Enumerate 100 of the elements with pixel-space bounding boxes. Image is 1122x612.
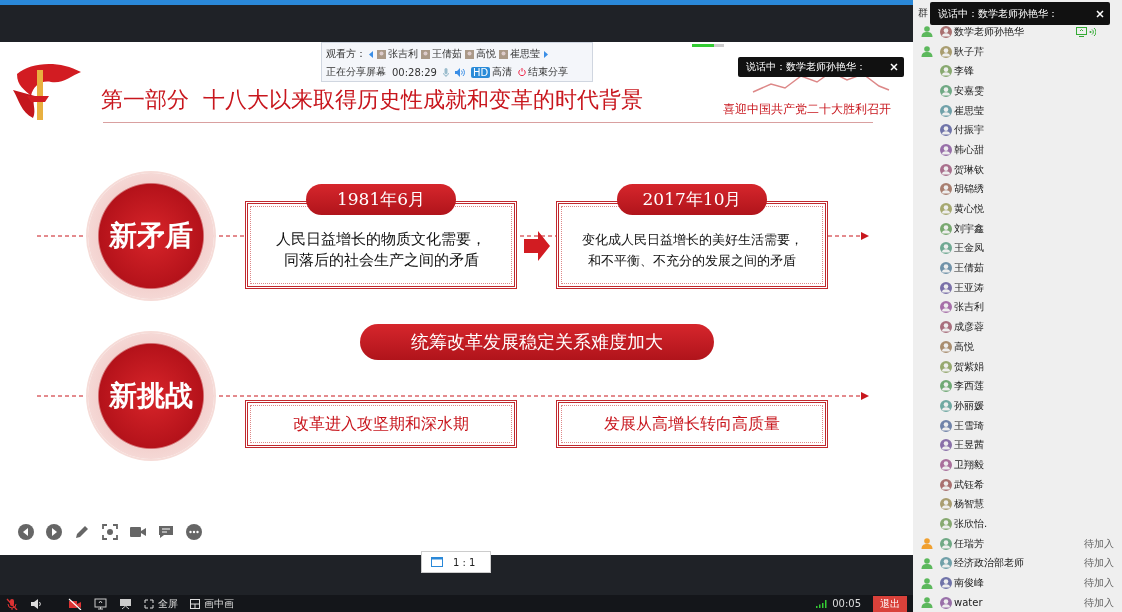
zoom-ratio[interactable]: 1 : 1 [453,556,476,568]
avatar-icon [940,478,952,491]
member-name[interactable]: 数学老师孙艳华 [954,24,1024,39]
hd-badge: HD [470,66,491,78]
avatar-icon [940,45,952,58]
member-name[interactable]: 高悦 [954,339,974,354]
speaker-icon[interactable] [30,597,42,610]
avatar-icon [940,321,952,334]
viewer-name[interactable]: 王倩茹 [432,47,462,61]
member-name[interactable]: 成彦蓉 [954,320,984,335]
member-name[interactable]: 王倩茹 [954,261,984,276]
member-name[interactable]: 贺琳钦 [954,162,984,177]
microphone-muted-icon[interactable] [6,597,18,610]
avatar-icon [940,183,952,196]
statement-line: 人民日益增长的物质文化需要， [276,229,486,249]
member-status: 待加入 [1084,536,1114,551]
headline-banner: 统筹改革发展稳定关系难度加大 [359,324,714,360]
avatar-icon [940,577,952,590]
previous-icon[interactable] [17,523,35,541]
close-icon[interactable] [1096,9,1104,18]
avatar-icon [940,65,952,78]
slide-title: 第一部分 十八大以来取得历史性成就和变革的时代背景 [101,86,643,114]
member-name[interactable]: 卫翔毅 [954,457,984,472]
section-circle: 新矛盾 [88,173,214,299]
chat-icon[interactable] [157,523,175,541]
avatar-icon [940,242,952,255]
member-name[interactable]: 刘宇鑫 [954,221,984,236]
member-name[interactable]: 王昱茜 [954,438,984,453]
member-name[interactable]: 胡锦绣 [954,182,984,197]
member-name[interactable]: 黄心悦 [954,202,984,217]
exit-button[interactable]: 退出 [873,595,907,612]
avatar-icon [940,84,952,97]
avatar-icon [940,163,952,176]
avatar-icon [940,104,952,117]
presentation-icon[interactable] [119,597,132,610]
next-icon[interactable] [45,523,63,541]
stop-share-button[interactable]: 结束分享 [528,65,569,79]
close-icon[interactable] [890,63,898,71]
avatar-icon [940,518,952,531]
member-name[interactable]: 李锋 [954,64,974,79]
fullscreen-icon[interactable] [144,598,154,609]
member-name[interactable]: 付振宇 [954,123,984,138]
avatar-icon [940,281,952,294]
member-name[interactable]: 武钰希 [954,477,984,492]
member-name[interactable]: 张欣怡. [954,517,988,532]
member-name[interactable]: 孙丽媛 [954,398,984,413]
member-name[interactable]: 南俊峰 [954,576,984,591]
avatar-icon [940,439,952,452]
avatar-icon [940,124,952,137]
camera-off-icon[interactable] [68,597,82,610]
share-status: 正在分享屏幕 [326,65,386,79]
screen-share-icon[interactable] [94,597,107,610]
avatar-icon [940,458,952,471]
power-icon[interactable] [518,68,527,76]
avatar-icon [940,360,952,373]
more-icon[interactable] [185,523,203,541]
fullscreen-button[interactable]: 全屏 [158,596,178,611]
avatar-icon [421,49,430,59]
viewers-label: 观看方： [326,47,366,61]
avatar-icon [940,419,952,432]
statement-line: 变化成人民日益增长的美好生活需要， [581,230,803,249]
member-name[interactable]: 王亚涛 [954,280,984,295]
member-status: 待加入 [1084,576,1114,591]
statement-line: 同落后的社会生产之间的矛盾 [282,250,480,270]
member-name[interactable]: 崔思莹 [954,103,984,118]
viewer-name[interactable]: 高悦 [476,47,496,61]
sidebar-tab[interactable]: 群 [918,6,928,20]
member-name[interactable]: 任瑞芳 [954,536,984,551]
member-name[interactable]: water [954,597,983,609]
viewer-name[interactable]: 张吉利 [388,47,418,61]
speaking-notice: 说话中：数学老师孙艳华： [746,60,866,74]
member-name[interactable]: 张吉利 [954,300,984,315]
avatar-icon [940,537,952,550]
member-name[interactable]: 耿子芹 [954,44,984,59]
quality-button[interactable]: HD 高清 [470,65,513,79]
member-name[interactable]: 韩心甜 [954,142,984,157]
screenshot-icon[interactable] [101,523,119,541]
viewer-name[interactable]: 崔思莹 [510,47,540,61]
avatar-icon [940,596,952,609]
avatar-icon [465,49,474,59]
member-name[interactable]: 杨智慧 [954,497,984,512]
member-status: 待加入 [1084,595,1114,610]
member-name[interactable]: 安嘉雯 [954,83,984,98]
picture-in-picture-icon[interactable] [190,598,200,609]
avatar-icon [940,380,952,393]
member-name[interactable]: 经济政治部老师 [954,556,1024,571]
member-name[interactable]: 李西莲 [954,379,984,394]
date-pill: 2017年10月 [617,183,767,215]
pen-icon[interactable] [73,523,91,541]
picture-in-picture-button[interactable]: 画中画 [204,596,234,611]
window-icon[interactable] [431,557,443,567]
quality-label: 高清 [492,65,513,79]
avatar-icon [940,557,952,570]
avatar-icon [940,262,952,275]
left-arrow-icon[interactable] [369,50,374,58]
member-name[interactable]: 王雪琦 [954,418,984,433]
right-arrow-icon [523,230,550,261]
right-arrow-icon[interactable] [543,50,548,58]
member-name[interactable]: 王金凤 [954,241,984,256]
member-name[interactable]: 贺紫娟 [954,359,984,374]
